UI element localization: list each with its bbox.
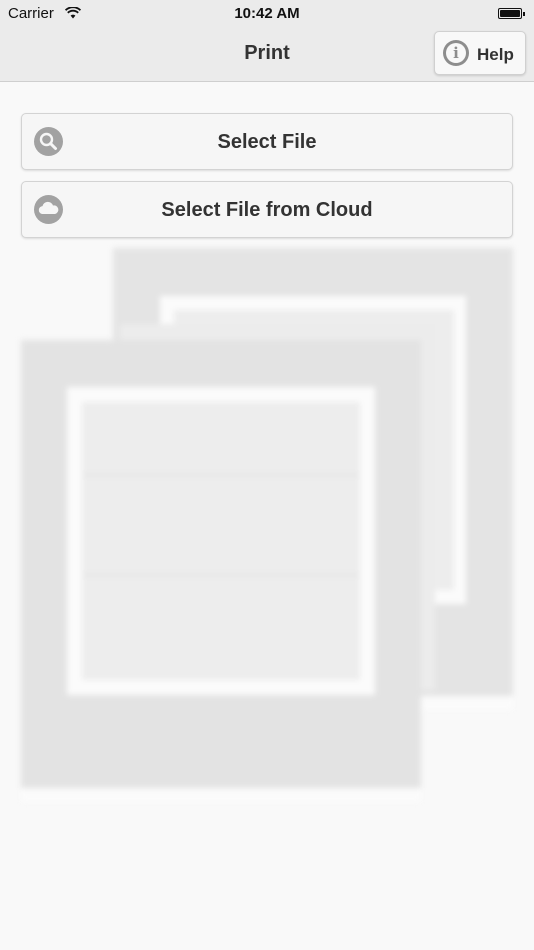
- navigation-bar: Print i Help: [0, 28, 534, 82]
- help-button-label: Help: [477, 45, 514, 64]
- status-bar: Carrier 10:42 AM: [0, 0, 534, 28]
- select-file-from-cloud-button[interactable]: Select File from Cloud: [21, 181, 513, 238]
- select-file-from-cloud-label: Select File from Cloud: [161, 199, 373, 221]
- info-icon: i: [443, 40, 469, 66]
- select-file-button[interactable]: Select File: [21, 113, 513, 170]
- select-file-label: Select File: [217, 131, 317, 153]
- help-button[interactable]: i Help: [434, 31, 526, 75]
- battery-icon: [498, 8, 525, 19]
- clock: 10:42 AM: [234, 5, 300, 22]
